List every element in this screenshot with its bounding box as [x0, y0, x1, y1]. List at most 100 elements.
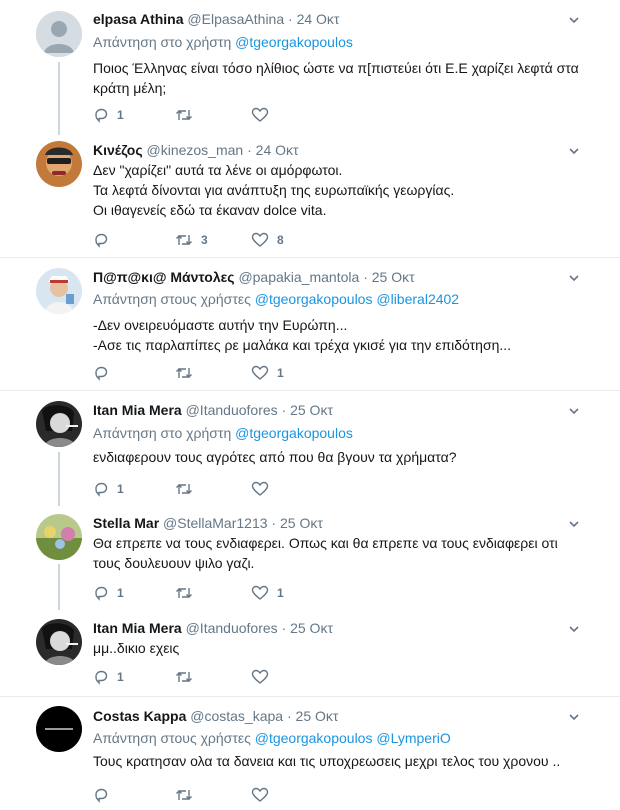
tweet-header: Κινέζος @kinezos_man · 24 Οκτ [93, 142, 299, 158]
photo-avatar[interactable] [36, 141, 82, 187]
username[interactable]: @StellaMar1213 [163, 515, 268, 531]
like-button[interactable] [251, 785, 277, 805]
tweet-text-line: Τα λεφτά δίνονται για ανάπτυξη της ευρωπ… [93, 182, 455, 198]
like-button[interactable]: 8 [251, 230, 284, 250]
default-avatar[interactable] [36, 11, 82, 57]
reply-count: 1 [117, 482, 124, 496]
tweet-actions: 1 1 [93, 583, 413, 605]
retweet-button[interactable]: 3 [175, 230, 208, 250]
chevron-down-icon[interactable] [568, 14, 580, 26]
chevron-down-icon[interactable] [568, 405, 580, 417]
reply-label: Απάντηση στους χρήστες [93, 291, 251, 307]
tweet-2[interactable]: Κινέζος @kinezos_man · 24 Οκτ Δεν "χαρίζ… [0, 135, 620, 255]
username[interactable]: @kinezos_man [147, 142, 244, 158]
tweet-6[interactable]: Itan Mia Mera @Itanduofores · 25 Οκτ μμ.… [0, 610, 620, 695]
reply-button[interactable] [93, 785, 117, 805]
timestamp[interactable]: 25 Οκτ [290, 620, 333, 636]
photo-avatar[interactable] [36, 619, 82, 665]
mention-link[interactable]: @liberal2402 [376, 291, 459, 307]
username[interactable]: @Itanduofores [186, 620, 278, 636]
reply-button[interactable]: 1 [93, 667, 124, 687]
display-name[interactable]: Κινέζος [93, 142, 143, 158]
username[interactable]: @Itanduofores [186, 402, 278, 418]
tweet-actions: 1 [93, 105, 413, 127]
like-button[interactable] [251, 479, 277, 499]
tweet-3[interactable]: Π@π@κι@ Μάντολες @papakia_mantola · 25 Ο… [0, 258, 620, 390]
retweet-icon [176, 790, 192, 800]
display-name[interactable]: Itan Mia Mera [93, 620, 182, 636]
tweet-5[interactable]: Stella Mar @StellaMar1213 · 25 Οκτ Θα επ… [0, 506, 620, 610]
reply-icon [95, 670, 108, 685]
mention-link[interactable]: @tgeorgakopoulos [235, 425, 353, 441]
timestamp[interactable]: 25 Οκτ [296, 708, 339, 724]
photo-avatar[interactable] [36, 514, 82, 560]
reply-button[interactable] [93, 363, 117, 383]
chevron-down-icon[interactable] [568, 272, 580, 284]
photo-avatar[interactable] [36, 401, 82, 447]
chevron-down-icon[interactable] [568, 518, 580, 530]
retweet-icon [176, 110, 192, 120]
username[interactable]: @costas_kapa [190, 708, 283, 724]
photo-avatar[interactable] [36, 268, 82, 314]
chevron-down-icon[interactable] [568, 711, 580, 723]
retweet-count: 3 [201, 233, 208, 247]
reply-context: Απάντηση στους χρήστες @tgeorgakopoulos … [93, 290, 459, 308]
retweet-button[interactable] [175, 479, 201, 499]
heart-icon [251, 232, 269, 247]
retweet-button[interactable] [175, 105, 201, 125]
timestamp[interactable]: 24 Οκτ [297, 11, 340, 27]
tweet-text-line: Τους κρατησαν ολα τα δανεια και τις υποχ… [93, 753, 561, 769]
thread-line [58, 452, 60, 506]
mention-link[interactable]: @tgeorgakopoulos [255, 730, 373, 746]
timestamp[interactable]: 25 Οκτ [290, 402, 333, 418]
mention-link[interactable]: @tgeorgakopoulos [255, 291, 373, 307]
tweet-text-line: κράτη μέλη; [93, 80, 167, 96]
tweet-1[interactable]: elpasa Athina @ElpasaAthina · 24 Οκτ Απά… [0, 0, 620, 135]
retweet-icon [176, 672, 192, 682]
tweet-header: Costas Kappa @costas_kapa · 25 Οκτ [93, 708, 339, 724]
display-name[interactable]: Π@π@κι@ Μάντολες [93, 269, 235, 285]
chevron-down-icon[interactable] [568, 623, 580, 635]
mention-link[interactable]: @LymperiO [376, 730, 450, 746]
tweet-header: Stella Mar @StellaMar1213 · 25 Οκτ [93, 515, 323, 531]
reply-button[interactable]: 1 [93, 105, 124, 125]
photo-avatar[interactable] [36, 706, 82, 752]
retweet-button[interactable] [175, 785, 201, 805]
like-button[interactable]: 1 [251, 583, 284, 603]
tweet-header: elpasa Athina @ElpasaAthina · 24 Οκτ [93, 11, 340, 27]
retweet-button[interactable] [175, 583, 201, 603]
tweet-actions: 1 [93, 363, 413, 385]
timestamp[interactable]: 24 Οκτ [256, 142, 299, 158]
reply-label: Απάντηση στο χρήστη [93, 34, 232, 50]
retweet-button[interactable] [175, 363, 201, 383]
heart-icon [251, 585, 269, 600]
tweet-text: -Δεν ονειρευόμαστε αυτήν την Ευρώπη... -… [93, 315, 593, 355]
username[interactable]: @papakia_mantola [238, 269, 359, 285]
like-button[interactable]: 1 [251, 363, 284, 383]
reply-button[interactable]: 1 [93, 479, 124, 499]
tweet-text-line: Ποιος Έλληνας είναι τόσο ηλίθιος ώστε να… [93, 60, 579, 76]
like-button[interactable] [251, 667, 277, 687]
tweet-7[interactable]: Costas Kappa @costas_kapa · 25 Οκτ Απάντ… [0, 697, 620, 810]
username[interactable]: @ElpasaAthina [187, 11, 284, 27]
display-name[interactable]: Costas Kappa [93, 708, 186, 724]
mention-link[interactable]: @tgeorgakopoulos [235, 34, 353, 50]
tweet-4[interactable]: Itan Mia Mera @Itanduofores · 25 Οκτ Απά… [0, 391, 620, 506]
reply-icon [95, 482, 108, 497]
timestamp[interactable]: 25 Οκτ [372, 269, 415, 285]
display-name[interactable]: Itan Mia Mera [93, 402, 182, 418]
like-count: 8 [277, 233, 284, 247]
tweet-actions [93, 785, 413, 807]
retweet-button[interactable] [175, 667, 201, 687]
reply-button[interactable] [93, 230, 117, 250]
display-name[interactable]: elpasa Athina [93, 11, 184, 27]
reply-button[interactable]: 1 [93, 583, 124, 603]
heart-icon [251, 669, 269, 684]
tweet-actions: 1 [93, 667, 413, 689]
reply-count: 1 [117, 108, 124, 122]
chevron-down-icon[interactable] [568, 145, 580, 157]
reply-label: Απάντηση στο χρήστη [93, 425, 232, 441]
display-name[interactable]: Stella Mar [93, 515, 159, 531]
timestamp[interactable]: 25 Οκτ [280, 515, 323, 531]
like-button[interactable] [251, 105, 277, 125]
